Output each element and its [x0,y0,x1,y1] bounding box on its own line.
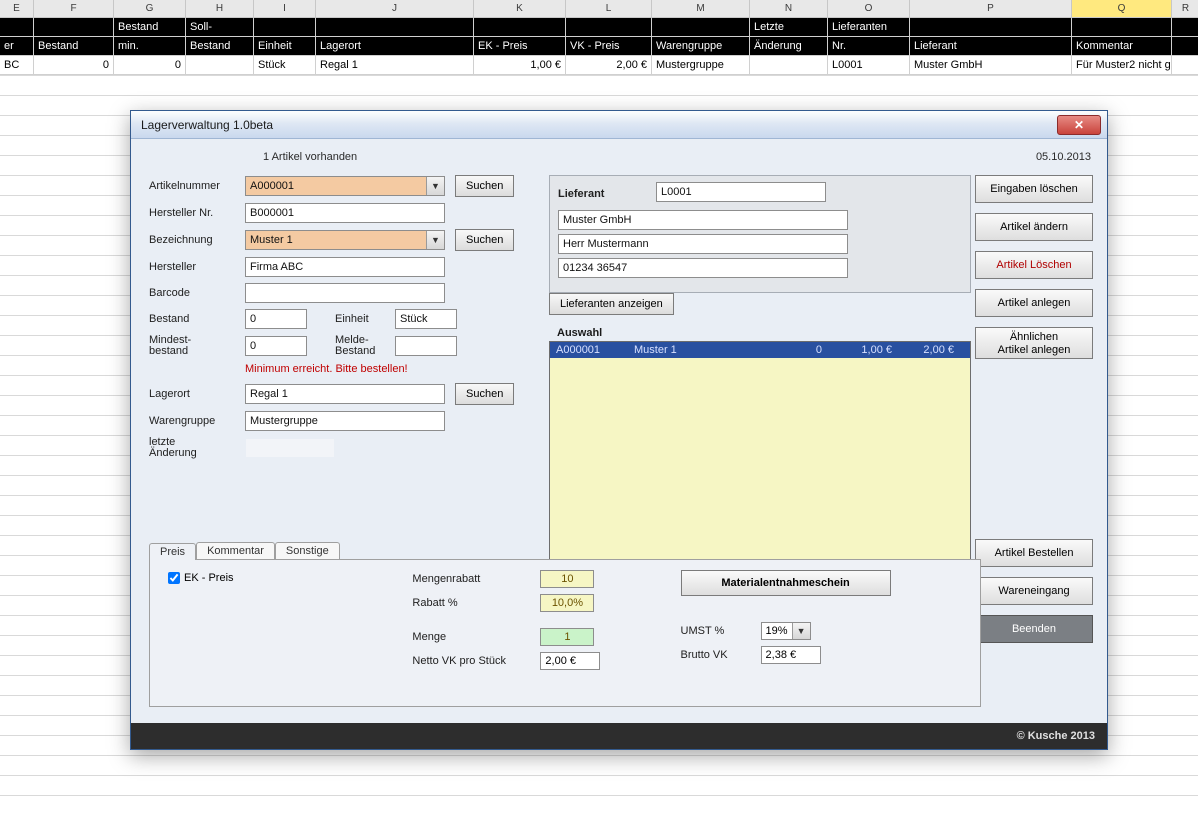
close-icon: ✕ [1074,118,1084,132]
label-bezeichnung: Bezeichnung [149,234,245,246]
chevron-down-icon[interactable]: ▼ [426,177,444,195]
data-row-1[interactable]: BC 0 0 Stück Regal 1 1,00 € 2,00 € Muste… [0,56,1198,75]
tab-sonstige[interactable]: Sonstige [275,542,340,559]
dialog-window: Lagerverwaltung 1.0beta ✕ 1 Artikel vorh… [130,110,1108,750]
tab-kommentar[interactable]: Kommentar [196,542,275,559]
article-count-label: 1 Artikel vorhanden [263,151,357,163]
label-letzte-aenderung: letzte Änderung [149,437,245,459]
header-row-1: Bestand Soll- Letzte Lieferanten [0,18,1198,37]
lagerort-input[interactable] [245,384,445,404]
order-article-button[interactable]: Artikel Bestellen [975,539,1093,567]
lieferant-tel-input[interactable] [558,258,848,278]
label-einheit: Einheit [335,313,395,325]
ek-preis-check-input[interactable] [168,572,180,584]
label-warengruppe: Warengruppe [149,415,245,427]
chevron-down-icon[interactable]: ▼ [792,623,810,639]
label-meldebestand: Melde- Bestand [335,335,395,357]
list-item[interactable]: A000001 Muster 1 0 1,00 € 2,00 € [550,342,970,358]
col-E[interactable]: E [0,0,34,18]
create-article-button[interactable]: Artikel anlegen [975,289,1093,317]
form-left: Artikelnummer ▼ Suchen Hersteller Nr. Be… [149,175,531,465]
bestand-input[interactable] [245,309,307,329]
bezeichnung-combo[interactable] [245,230,445,250]
label-herstellernr: Hersteller Nr. [149,207,245,219]
label-umst: UMST % [681,625,761,637]
hersteller-input[interactable] [245,257,445,277]
action-buttons: Eingaben löschen Artikel ändern Artikel … [975,175,1093,653]
label-netto: Netto VK pro Stück [412,655,540,667]
label-bestand: Bestand [149,313,245,325]
label-mindestbestand: Mindest- bestand [149,335,245,357]
label-artikelnummer: Artikelnummer [149,180,245,192]
create-similar-button[interactable]: Ähnlichen Artikel anlegen [975,327,1093,359]
label-barcode: Barcode [149,287,245,299]
col-O[interactable]: O [828,0,910,18]
lieferant-box: Lieferant [549,175,971,293]
label-menge: Menge [412,631,540,643]
materialentnahme-button[interactable]: Materialentnahmeschein [681,570,891,596]
col-Q[interactable]: Q [1072,0,1172,18]
col-G[interactable]: G [114,0,186,18]
artikelnummer-combo[interactable] [245,176,445,196]
col-N[interactable]: N [750,0,828,18]
lieferant-name-input[interactable] [558,210,848,230]
label-brutto: Brutto VK [681,649,761,661]
tab-preis[interactable]: Preis [149,543,196,560]
einheit-input[interactable] [395,309,457,329]
search-lagerort-button[interactable]: Suchen [455,383,514,405]
label-auswahl: Auswahl [557,327,977,339]
col-K[interactable]: K [474,0,566,18]
ek-preis-checkbox[interactable]: EK - Preis [168,572,390,584]
chevron-down-icon[interactable]: ▼ [426,231,444,249]
col-M[interactable]: M [652,0,750,18]
menge-input[interactable] [540,628,594,646]
lieferanten-anzeigen-button[interactable]: Lieferanten anzeigen [549,293,674,315]
tabs-area: Preis Kommentar Sonstige EK - Preis Meng… [149,539,981,707]
meldebestand-input[interactable] [395,336,457,356]
lieferant-kontakt-input[interactable] [558,234,848,254]
herstellernr-input[interactable] [245,203,445,223]
col-I[interactable]: I [254,0,316,18]
tab-content-preis: EK - Preis Mengenrabatt Rabatt % Menge N… [149,559,981,707]
label-lagerort: Lagerort [149,388,245,400]
copyright-label: © Kusche 2013 [1017,730,1095,742]
mindestbestand-input[interactable] [245,336,307,356]
date-label: 05.10.2013 [1036,151,1091,163]
search-artikelnummer-button[interactable]: Suchen [455,175,514,197]
delete-article-button[interactable]: Artikel Löschen [975,251,1093,279]
label-mengenrabatt: Mengenrabatt [412,573,540,585]
column-header-row: E F G H I J K L M N O P Q R [0,0,1198,18]
window-title: Lagerverwaltung 1.0beta [141,118,1057,132]
rabatt-input[interactable] [540,594,594,612]
form-center: Lieferant Lieferanten anzeigen Auswahl A… [549,175,977,585]
col-R[interactable]: R [1172,0,1198,18]
col-L[interactable]: L [566,0,652,18]
header-row-2: er Bestand min. Bestand Einheit Lagerort… [0,37,1198,56]
titlebar[interactable]: Lagerverwaltung 1.0beta ✕ [131,111,1107,139]
label-lieferant: Lieferant [558,188,656,200]
warengruppe-input[interactable] [245,411,445,431]
col-P[interactable]: P [910,0,1072,18]
barcode-input[interactable] [245,283,445,303]
mengenrabatt-input[interactable] [540,570,594,588]
netto-input[interactable] [540,652,600,670]
goods-in-button[interactable]: Wareneingang [975,577,1093,605]
dialog-footer: © Kusche 2013 [131,723,1107,749]
search-bezeichnung-button[interactable]: Suchen [455,229,514,251]
close-button[interactable]: ✕ [1057,115,1101,135]
lieferant-nr-input[interactable] [656,182,826,202]
brutto-input[interactable] [761,646,821,664]
col-J[interactable]: J [316,0,474,18]
change-article-button[interactable]: Artikel ändern [975,213,1093,241]
label-hersteller: Hersteller [149,261,245,273]
col-H[interactable]: H [186,0,254,18]
letzte-aenderung-input[interactable] [245,438,335,458]
label-rabatt: Rabatt % [412,597,540,609]
clear-inputs-button[interactable]: Eingaben löschen [975,175,1093,203]
minimum-warning: Minimum erreicht. Bitte bestellen! [245,363,531,375]
end-button[interactable]: Beenden [975,615,1093,643]
col-F[interactable]: F [34,0,114,18]
